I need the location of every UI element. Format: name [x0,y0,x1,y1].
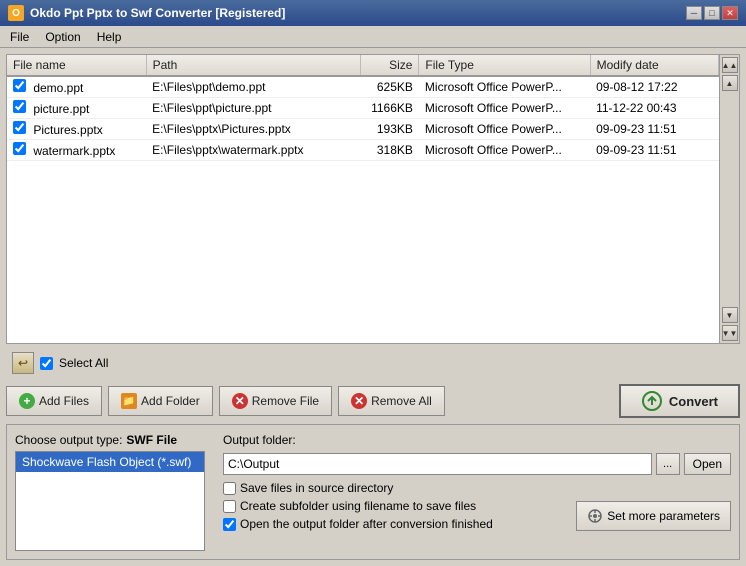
table-row[interactable]: demo.ppt E:\Files\ppt\demo.ppt 625KB Mic… [7,76,719,98]
title-controls: ─ □ ✕ [686,6,738,20]
set-more-params-button[interactable]: Set more parameters [576,501,731,531]
main-container: File name Path Size File Type Modify dat… [0,48,746,566]
file-path-cell: E:\Files\ppt\demo.ppt [146,76,360,98]
folder-input-row: ... Open [223,453,731,475]
save-source-checkbox[interactable] [223,482,236,495]
file-size-cell: 318KB [360,140,419,161]
file-date-cell: 09-09-23 11:51 [590,140,718,161]
create-subfolder-label: Create subfolder using filename to save … [240,499,476,513]
title-bar: O Okdo Ppt Pptx to Swf Converter [Regist… [0,0,746,26]
output-folder-input[interactable] [223,453,652,475]
row-checkbox-2[interactable] [13,121,26,134]
col-header-path: Path [146,55,360,76]
output-type-value: SWF File [126,433,177,447]
folder-browse-button[interactable]: ... [656,453,680,475]
scroll-bottom-button[interactable]: ▼▼ [722,325,738,341]
open-output-checkbox[interactable] [223,518,236,531]
file-table: File name Path Size File Type Modify dat… [7,55,719,161]
output-type-section: Choose output type: SWF File Shockwave F… [15,433,215,551]
checkbox-params-row: Save files in source directory Create su… [223,481,731,531]
menu-option[interactable]: Option [39,28,86,46]
minimize-button[interactable]: ─ [686,6,702,20]
add-folder-button[interactable]: 📁 Add Folder [108,386,213,416]
file-name-cell: demo.ppt [7,76,146,98]
row-checkbox-1[interactable] [13,100,26,113]
title-bar-left: O Okdo Ppt Pptx to Swf Converter [Regist… [8,5,285,21]
col-header-date: Modify date [590,55,718,76]
menu-file[interactable]: File [4,28,35,46]
output-folder-section: Output folder: ... Open Save files in so… [223,433,731,551]
file-type-cell: Microsoft Office PowerP... [419,140,590,161]
file-list-section: File name Path Size File Type Modify dat… [6,54,740,344]
menu-bar: File Option Help [0,26,746,48]
output-type-option-swf[interactable]: Shockwave Flash Object (*.swf) [16,452,204,472]
file-date-cell: 09-08-12 17:22 [590,76,718,98]
file-type-cell: Microsoft Office PowerP... [419,98,590,119]
remove-all-button[interactable]: ✕ Remove All [338,386,445,416]
checkboxes-col: Save files in source directory Create su… [223,481,493,531]
scroll-top-button[interactable]: ▲▲ [722,57,738,73]
remove-file-icon: ✕ [232,393,248,409]
create-subfolder-checkbox[interactable] [223,500,236,513]
bottom-section: Choose output type: SWF File Shockwave F… [6,424,740,560]
table-row[interactable]: watermark.pptx E:\Files\pptx\watermark.p… [7,140,719,161]
file-path-cell: E:\Files\pptx\watermark.pptx [146,140,360,161]
save-source-label: Save files in source directory [240,481,393,495]
file-type-cell: Microsoft Office PowerP... [419,119,590,140]
file-path-cell: E:\Files\pptx\Pictures.pptx [146,119,360,140]
file-table-container: File name Path Size File Type Modify dat… [7,55,719,343]
add-files-icon: + [19,393,35,409]
open-output-row: Open the output folder after conversion … [223,517,493,531]
file-name-cell: Pictures.pptx [7,119,146,140]
col-header-name: File name [7,55,146,76]
table-row[interactable]: Pictures.pptx E:\Files\pptx\Pictures.ppt… [7,119,719,140]
list-scrollbar: ▲▲ ▲ ▼ ▼▼ [719,55,739,343]
close-button[interactable]: ✕ [722,6,738,20]
col-header-type: File Type [419,55,590,76]
file-date-cell: 09-09-23 11:51 [590,119,718,140]
output-type-label: Choose output type: [15,433,122,447]
row-checkbox-3[interactable] [13,142,26,155]
convert-icon [641,390,663,412]
back-button[interactable]: ↩ [12,352,34,374]
remove-file-button[interactable]: ✕ Remove File [219,386,332,416]
menu-help[interactable]: Help [91,28,128,46]
file-size-cell: 193KB [360,119,419,140]
output-folder-label: Output folder: [223,433,731,447]
buttons-row: + Add Files 📁 Add Folder ✕ Remove File ✕… [6,382,740,420]
folder-open-button[interactable]: Open [684,453,731,475]
select-all-row: ↩ Select All [6,348,740,378]
open-output-label: Open the output folder after conversion … [240,517,493,531]
file-name-cell: picture.ppt [7,98,146,119]
file-size-cell: 625KB [360,76,419,98]
col-header-size: Size [360,55,419,76]
convert-button[interactable]: Convert [619,384,740,418]
save-source-row: Save files in source directory [223,481,493,495]
create-subfolder-row: Create subfolder using filename to save … [223,499,493,513]
row-checkbox-0[interactable] [13,79,26,92]
select-all-label: Select All [59,356,108,370]
file-size-cell: 1166KB [360,98,419,119]
scroll-down-button[interactable]: ▼ [722,307,738,323]
remove-all-icon: ✕ [351,393,367,409]
output-type-listbox[interactable]: Shockwave Flash Object (*.swf) [15,451,205,551]
app-icon: O [8,5,24,21]
file-path-cell: E:\Files\ppt\picture.ppt [146,98,360,119]
maximize-button[interactable]: □ [704,6,720,20]
add-files-button[interactable]: + Add Files [6,386,102,416]
scroll-up-button[interactable]: ▲ [722,75,738,91]
add-folder-icon: 📁 [121,393,137,409]
file-date-cell: 11-12-22 00:43 [590,98,718,119]
file-type-cell: Microsoft Office PowerP... [419,76,590,98]
file-name-cell: watermark.pptx [7,140,146,161]
select-all-checkbox[interactable] [40,357,53,370]
output-type-label-row: Choose output type: SWF File [15,433,215,447]
params-icon [587,508,603,524]
table-row[interactable]: picture.ppt E:\Files\ppt\picture.ppt 116… [7,98,719,119]
app-title: Okdo Ppt Pptx to Swf Converter [Register… [30,6,285,20]
